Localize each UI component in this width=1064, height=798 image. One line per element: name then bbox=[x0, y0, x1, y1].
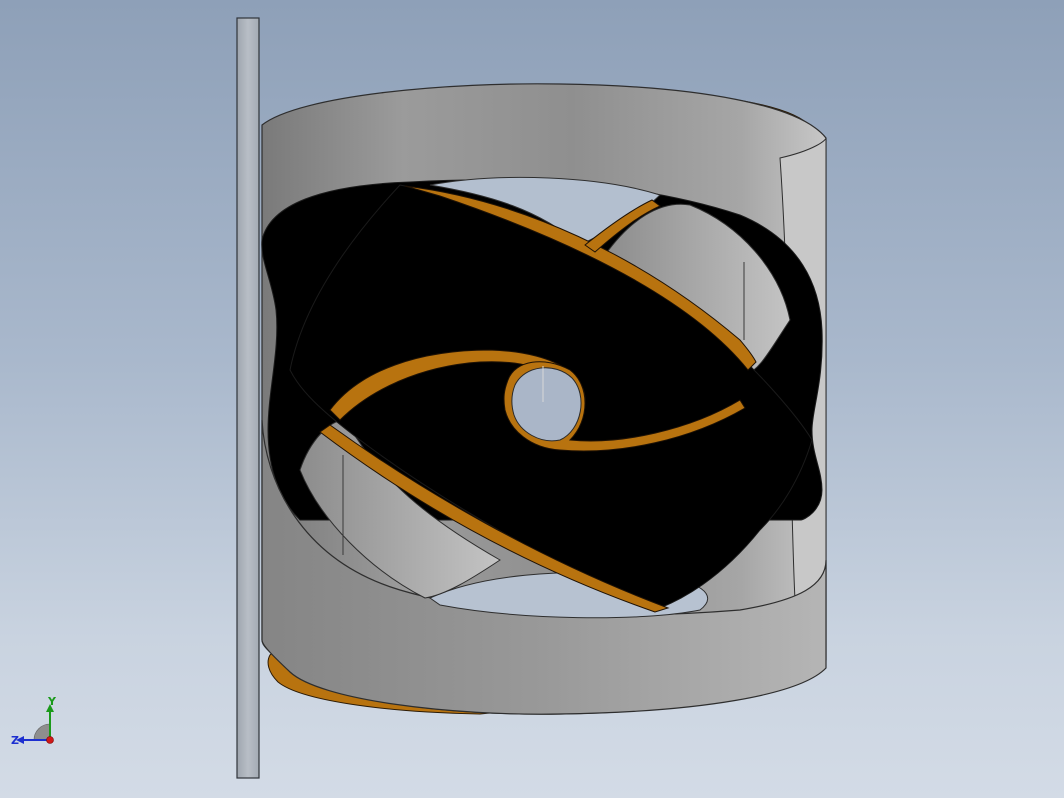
mounting-plate[interactable] bbox=[236, 17, 260, 779]
y-axis-label: Y bbox=[47, 696, 57, 708]
cad-model[interactable] bbox=[0, 0, 1064, 798]
x-axis-dot bbox=[46, 736, 54, 744]
z-axis-label: Z bbox=[11, 734, 19, 747]
graphics-viewport[interactable]: Y Z bbox=[0, 0, 1064, 798]
view-triad[interactable]: Y Z bbox=[8, 696, 68, 756]
